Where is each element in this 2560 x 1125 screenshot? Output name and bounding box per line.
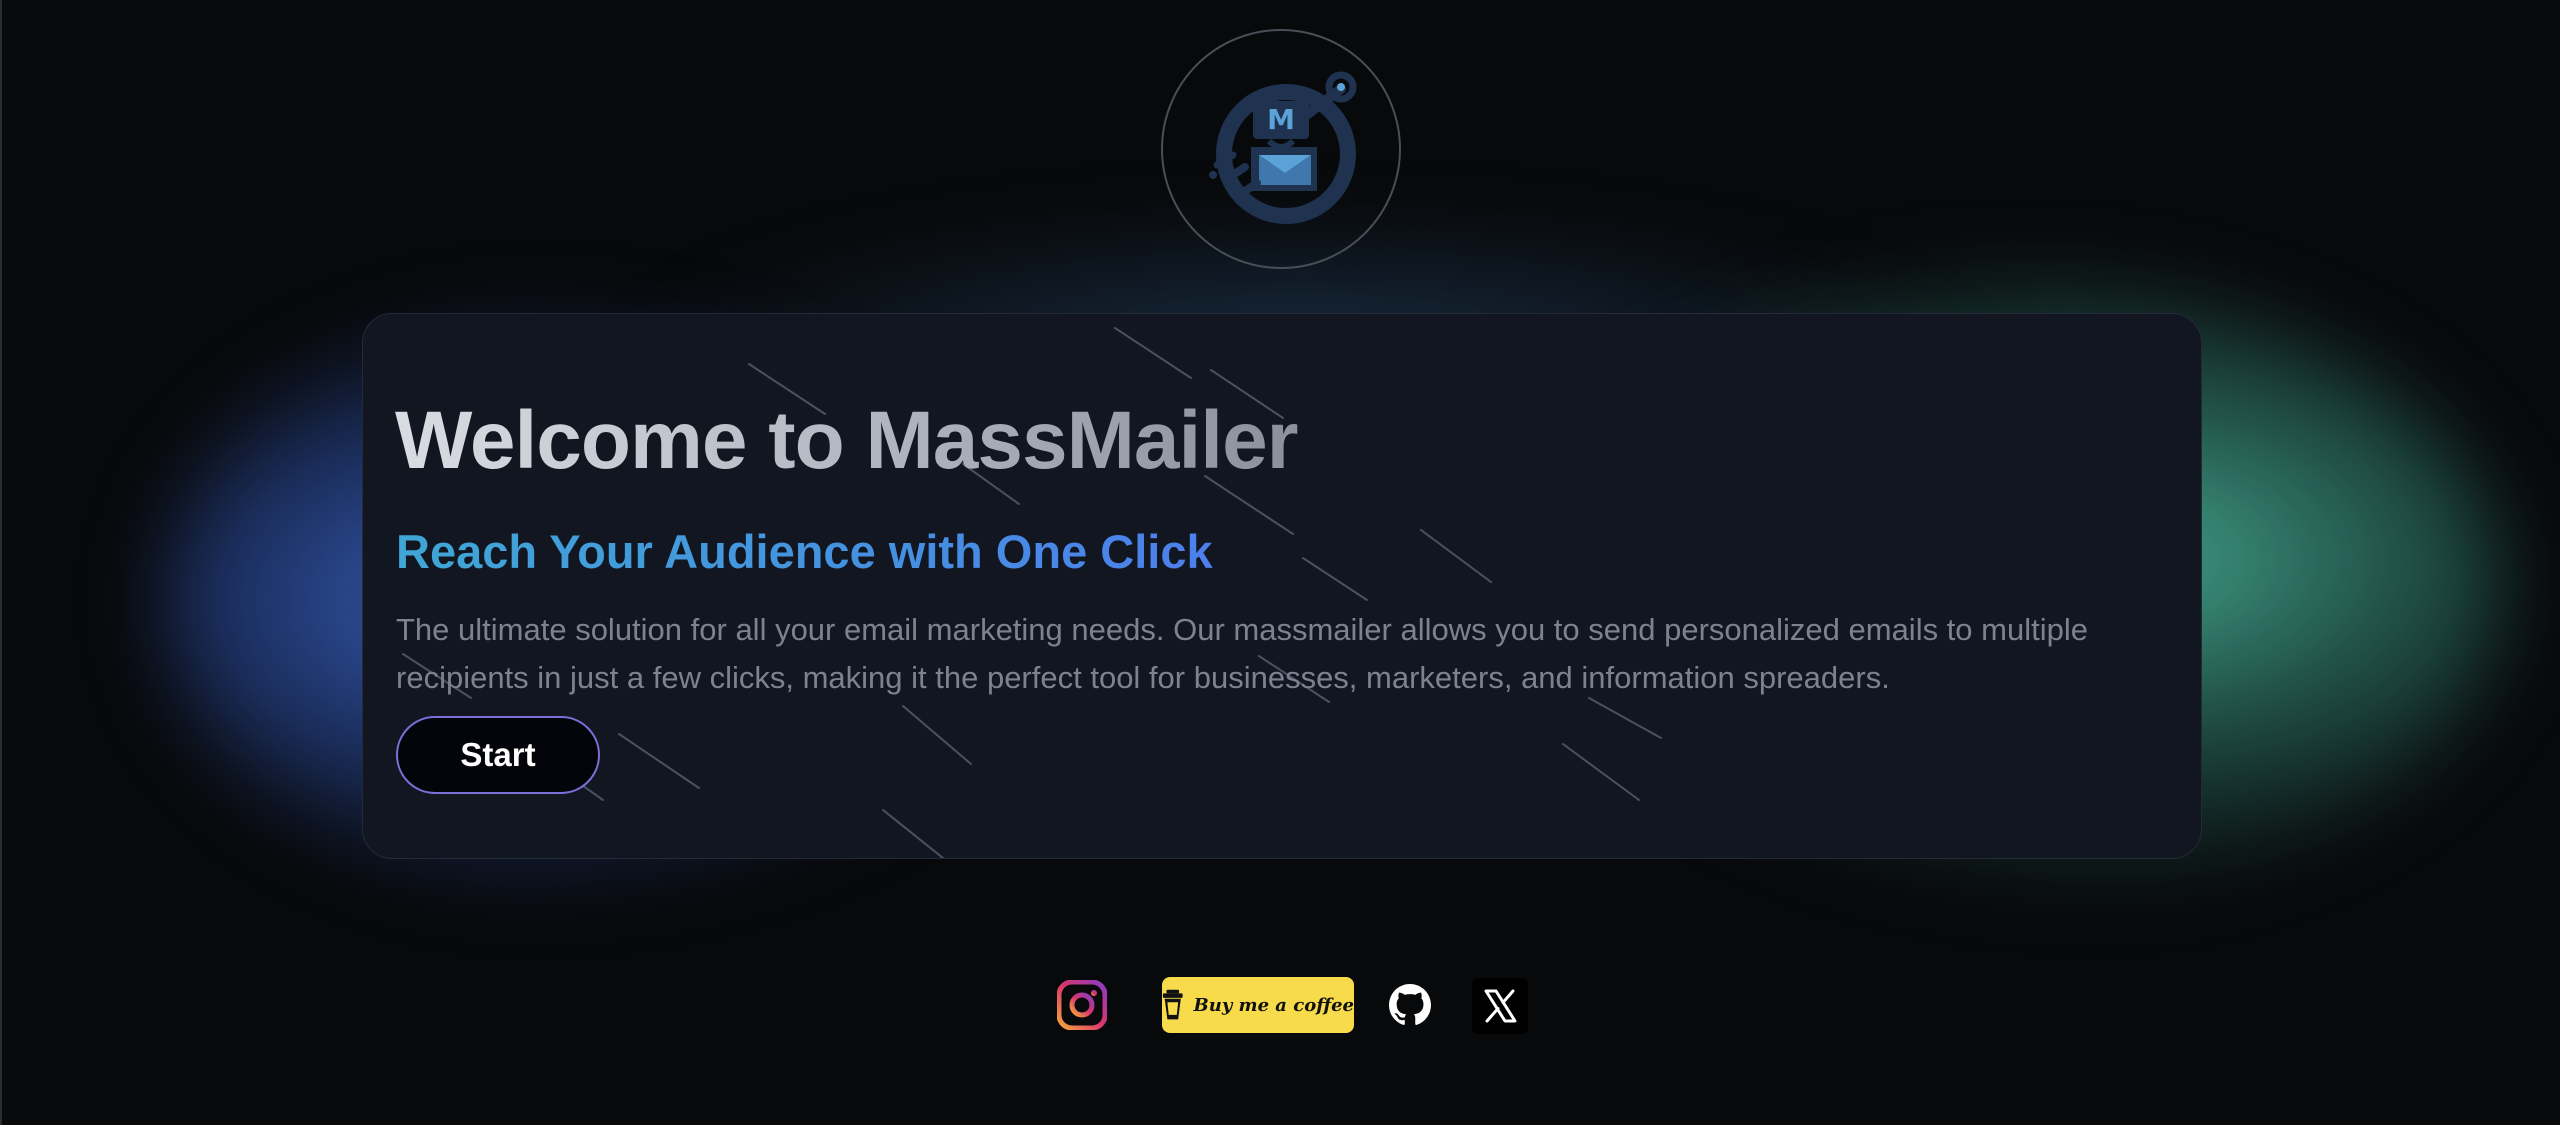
page-subtitle: Reach Your Audience with One Click (396, 525, 1213, 578)
github-link[interactable] (1389, 984, 1431, 1031)
page-title: Welcome to MassMailer (395, 395, 1299, 486)
github-icon (1389, 984, 1431, 1025)
coffee-label: Buy me a coffee (1193, 994, 1354, 1016)
instagram-icon (1056, 979, 1108, 1031)
social-links: Buy me a coffee (1052, 975, 1552, 1035)
start-button[interactable]: Start (396, 716, 600, 794)
coffee-cup-icon (1162, 989, 1183, 1020)
x-link[interactable] (1472, 978, 1528, 1039)
instagram-link[interactable] (1056, 979, 1108, 1035)
hero-card: Welcome to MassMailer Reach Your Audienc… (362, 313, 2202, 859)
logo: M (1161, 29, 1401, 269)
landing-page: M Welcome to MassMailer Reach Your Audie… (0, 0, 2560, 1125)
x-twitter-icon (1472, 978, 1528, 1034)
massmailer-envelope-icon: M (1209, 71, 1357, 224)
page-description: The ultimate solution for all your email… (396, 612, 2088, 695)
svg-text:M: M (1267, 103, 1295, 136)
buy-me-a-coffee-button[interactable]: Buy me a coffee (1162, 977, 1354, 1033)
